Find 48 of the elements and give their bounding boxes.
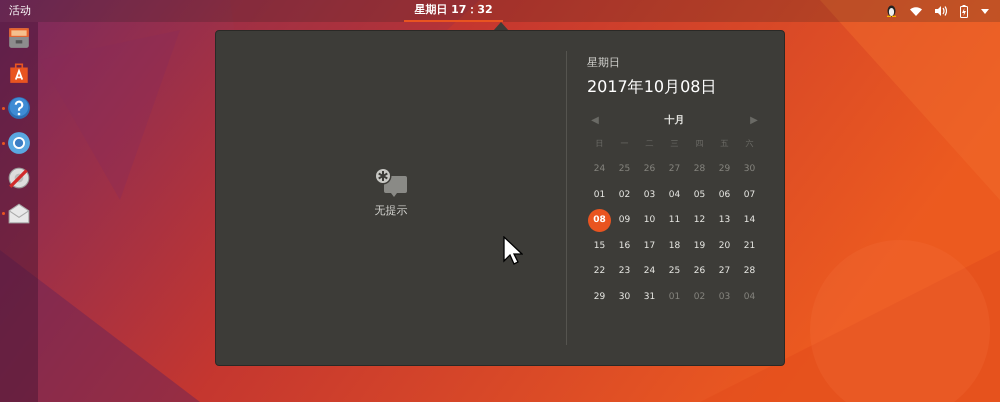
notification-icon (374, 166, 408, 199)
month-label: 十月 (664, 114, 686, 128)
calendar-day[interactable]: 31 (638, 286, 661, 309)
calendar-day[interactable]: 18 (663, 234, 686, 258)
calendar-day[interactable]: 23 (613, 260, 636, 284)
weekday-label: 星期日 (587, 55, 621, 71)
activities-button[interactable]: 活动 (9, 2, 31, 20)
calendar-day[interactable]: 09 (613, 209, 636, 232)
battery-icon[interactable] (960, 4, 968, 18)
calendar-day[interactable]: 15 (588, 234, 611, 258)
wifi-icon[interactable] (910, 6, 922, 16)
calendar-day[interactable]: 13 (713, 209, 736, 232)
calendar-day[interactable]: 28 (738, 260, 761, 284)
calendar-day[interactable]: 01 (588, 184, 611, 207)
caret-icon[interactable] (981, 8, 989, 14)
penguin-icon[interactable] (886, 5, 897, 17)
calendar-day[interactable]: 04 (663, 184, 686, 207)
calendar-day[interactable]: 06 (713, 184, 736, 207)
browser-app-icon[interactable] (7, 131, 31, 155)
calendar-day[interactable]: 02 (613, 184, 636, 207)
calendar-day[interactable]: 19 (688, 234, 711, 258)
help-app-icon[interactable] (7, 96, 31, 120)
calendar-day[interactable]: 05 (688, 184, 711, 207)
calendar-day[interactable]: 30 (613, 286, 636, 309)
calendar-day[interactable]: 14 (738, 209, 761, 232)
calendar-day[interactable]: 10 (638, 209, 661, 232)
clock-button[interactable]: 星期日 17：32 (404, 0, 503, 22)
calendar-day[interactable]: 21 (738, 234, 761, 258)
calendar-day[interactable]: 03 (638, 184, 661, 207)
calendar-day[interactable]: 22 (588, 260, 611, 284)
calendar-day[interactable]: 26 (688, 260, 711, 284)
calendar-day[interactable]: 11 (663, 209, 686, 232)
date-heading: 2017年10月08日 (587, 76, 718, 98)
calendar-day[interactable]: 16 (613, 234, 636, 258)
files-app-icon[interactable] (7, 26, 31, 50)
calendar-day[interactable]: 12 (688, 209, 711, 232)
calendar-day[interactable]: 08 (588, 209, 611, 232)
calendar-day[interactable]: 25 (663, 260, 686, 284)
mouse-pointer-icon (503, 236, 523, 266)
calendar-day[interactable]: 24 (638, 260, 661, 284)
calendar-day[interactable]: 27 (713, 260, 736, 284)
volume-icon[interactable] (935, 6, 947, 16)
calendar-day[interactable]: 07 (738, 184, 761, 207)
calendar-day[interactable]: 17 (638, 234, 661, 258)
no-notifications-label: 无提示 (374, 202, 408, 219)
calendar-day[interactable]: 29 (588, 286, 611, 309)
settings-app-icon[interactable] (7, 166, 31, 190)
calendar-day[interactable]: 20 (713, 234, 736, 258)
